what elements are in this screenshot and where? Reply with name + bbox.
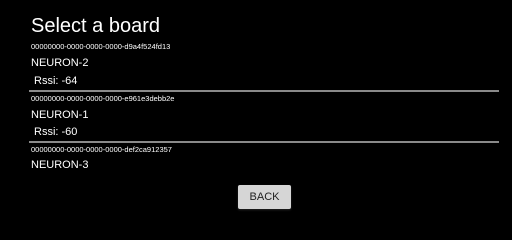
board-name: NEURON-1 [31,109,89,121]
board-item-neuron-3[interactable]: 00000000-0000-0000-0000-def2ca912357 NEU… [29,144,499,174]
board-id: 00000000-0000-0000-0000-e961e3debb2e [31,94,175,103]
board-name: NEURON-3 [31,159,89,171]
back-button[interactable]: BACK [238,185,291,209]
board-item-neuron-1[interactable]: 00000000-0000-0000-0000-e961e3debb2e NEU… [29,93,499,143]
board-rssi: Rssi: -64 [34,75,78,87]
divider [29,90,499,92]
board-item-neuron-2[interactable]: 00000000-0000-0000-0000-d9a4f524fd13 NEU… [29,41,499,93]
divider [29,141,499,143]
board-id: 00000000-0000-0000-0000-d9a4f524fd13 [31,42,171,51]
board-name: NEURON-2 [31,57,89,69]
board-id: 00000000-0000-0000-0000-def2ca912357 [31,145,172,154]
board-rssi: Rssi: -60 [34,126,78,138]
